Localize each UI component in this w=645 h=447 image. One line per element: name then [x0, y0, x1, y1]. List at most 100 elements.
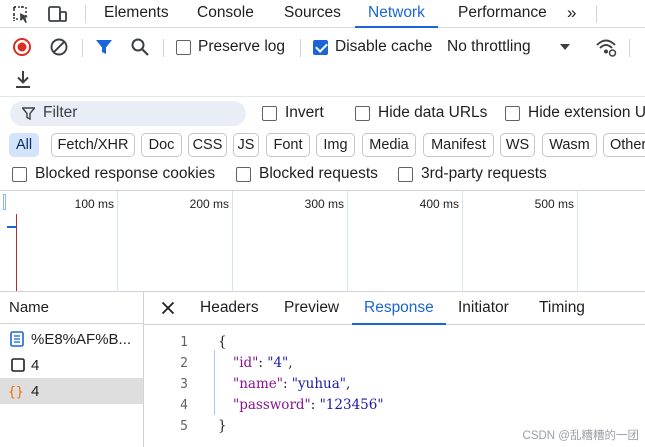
svg-text:{}: {}: [8, 385, 24, 399]
request-name: 4: [31, 356, 40, 374]
json-key: "id": [233, 355, 259, 371]
type-filter-font[interactable]: Font: [266, 133, 310, 157]
type-filter-fetch-xhr[interactable]: Fetch/XHR: [51, 133, 135, 157]
hide-extension-checkbox[interactable]: [505, 106, 520, 121]
type-filter-css[interactable]: CSS: [188, 133, 227, 157]
json-comma: ,: [345, 376, 351, 392]
export-har-icon[interactable]: [14, 69, 32, 89]
inspect-element-icon[interactable]: [10, 4, 32, 24]
more-tabs-button[interactable]: »: [567, 0, 576, 28]
code-line: }: [218, 418, 227, 434]
close-icon[interactable]: [161, 301, 175, 315]
timeline-left-handle[interactable]: [3, 194, 6, 210]
filter-input[interactable]: Filter: [10, 101, 246, 126]
type-filter-other[interactable]: Other: [603, 133, 645, 157]
json-value: "4": [267, 355, 289, 371]
timeline-gridline: [347, 191, 348, 291]
third-party-label: 3rd-party requests: [421, 165, 547, 182]
chevron-down-icon[interactable]: [559, 43, 571, 51]
disable-cache-label: Disable cache: [335, 38, 433, 55]
record-icon[interactable]: [12, 37, 32, 57]
devtools-tab-bar: Elements Console Sources Network Perform…: [0, 0, 645, 28]
code-line: "id": "4",: [233, 355, 293, 371]
request-row[interactable]: %E8%AF%B...: [0, 326, 143, 352]
json-comma: ,: [288, 355, 293, 371]
json-value: "123456": [319, 397, 384, 413]
timeline-tick-label: 200 ms: [189, 197, 229, 211]
json-value: "yuhua": [291, 376, 346, 392]
timeline-gridline: [462, 191, 463, 291]
timeline-tick-label: 300 ms: [304, 197, 344, 211]
toolbar-divider: [300, 39, 301, 57]
tab-headers[interactable]: Headers: [200, 292, 259, 325]
code-line: {: [218, 334, 227, 350]
throttling-select[interactable]: No throttling: [447, 38, 531, 56]
line-number: 5: [180, 419, 188, 434]
filter-placeholder: Filter: [43, 104, 78, 121]
blocked-cookies-label: Blocked response cookies: [35, 165, 216, 182]
json-colon: :: [258, 355, 268, 371]
json-colon: :: [282, 376, 292, 392]
timeline-tick-label: 500 ms: [534, 197, 574, 211]
timeline-load-marker: [16, 214, 17, 291]
hide-extension-label: Hide extension U: [528, 104, 645, 121]
timeline-tick-label: 400 ms: [419, 197, 459, 211]
json-colon: :: [310, 397, 320, 413]
json-brace: {: [218, 334, 227, 350]
toolbar-divider: [85, 5, 86, 23]
type-filter-img[interactable]: Img: [316, 133, 355, 157]
json-key: "name": [233, 376, 283, 392]
type-filter-media[interactable]: Media: [362, 133, 416, 157]
invert-checkbox[interactable]: [262, 106, 277, 121]
code-line: "name": "yuhua",: [233, 376, 350, 392]
xhr-icon: {}: [8, 385, 24, 399]
request-row[interactable]: 4: [0, 352, 143, 378]
tab-performance[interactable]: Performance: [458, 0, 547, 28]
tab-response[interactable]: Response: [352, 292, 446, 325]
invert-label: Invert: [285, 104, 324, 121]
filter-funnel-icon[interactable]: [95, 38, 113, 56]
type-filter-manifest[interactable]: Manifest: [423, 133, 494, 157]
toolbar-divider: [0, 96, 645, 97]
type-filter-js[interactable]: JS: [233, 133, 259, 157]
timeline-gridline: [577, 191, 578, 291]
blocked-cookies-checkbox[interactable]: [12, 167, 27, 182]
name-column-header[interactable]: Name: [0, 292, 143, 324]
line-number: 2: [180, 356, 188, 371]
tab-initiator[interactable]: Initiator: [458, 292, 509, 325]
hide-data-urls-label: Hide data URLs: [378, 104, 488, 121]
tab-timing[interactable]: Timing: [539, 292, 585, 325]
network-conditions-icon[interactable]: [595, 37, 617, 57]
disable-cache-checkbox[interactable]: [313, 40, 328, 55]
name-column-label: Name: [9, 299, 50, 316]
tab-preview[interactable]: Preview: [284, 292, 339, 325]
hide-data-urls-checkbox[interactable]: [355, 106, 370, 121]
preserve-log-label: Preserve log: [198, 38, 286, 55]
type-filter-wasm[interactable]: Wasm: [542, 133, 597, 157]
watermark: CSDN @乱糟糟的一团: [522, 430, 639, 442]
line-number: 3: [180, 377, 188, 392]
tab-console[interactable]: Console: [197, 0, 254, 28]
preserve-log-checkbox[interactable]: [176, 40, 191, 55]
search-icon[interactable]: [130, 37, 150, 57]
tab-network[interactable]: Network: [355, 0, 438, 28]
blocked-requests-checkbox[interactable]: [236, 167, 251, 182]
toolbar-divider: [629, 39, 630, 57]
timeline-tick-label: 100 ms: [74, 197, 114, 211]
type-filter-ws[interactable]: WS: [500, 133, 535, 157]
clear-icon[interactable]: [49, 37, 69, 57]
network-toolbar: Preserve log Disable cache No throttling: [0, 29, 645, 65]
type-filter-all[interactable]: All: [9, 133, 39, 157]
line-number: 1: [180, 335, 188, 350]
type-filter-doc[interactable]: Doc: [141, 133, 182, 157]
filter-funnel-icon: [22, 107, 35, 120]
tab-sources[interactable]: Sources: [284, 0, 341, 28]
toolbar-divider: [596, 5, 597, 23]
request-name: 4: [31, 382, 40, 400]
request-row[interactable]: {} 4: [0, 378, 143, 404]
device-toolbar-icon[interactable]: [46, 4, 68, 24]
document-icon: [10, 331, 24, 347]
third-party-checkbox[interactable]: [398, 167, 413, 182]
tab-elements[interactable]: Elements: [104, 0, 169, 28]
code-line: "password": "123456": [233, 397, 384, 413]
